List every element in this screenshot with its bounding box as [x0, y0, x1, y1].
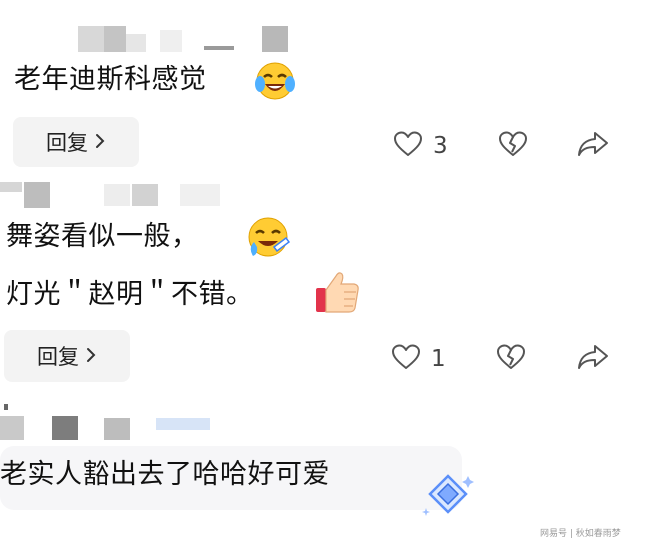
watermark: 网易号 | 秋如春雨梦	[540, 529, 621, 539]
reply-label: 回复	[37, 345, 79, 369]
chevron-right-icon	[85, 344, 97, 368]
mosaic-block	[52, 416, 78, 440]
mosaic-block	[104, 418, 130, 440]
sweat-smile-emoji-icon	[244, 214, 292, 264]
mosaic-block	[160, 30, 182, 52]
share-icon	[577, 343, 609, 375]
share-button[interactable]	[577, 343, 609, 375]
like-button[interactable]: 1	[391, 343, 446, 375]
mosaic-block	[180, 184, 220, 206]
reply-label: 回复	[46, 131, 88, 155]
reply-button[interactable]: 回复	[13, 117, 139, 167]
comment-text-line-1: 舞姿看似一般，	[6, 221, 199, 252]
mosaic-block	[4, 404, 8, 410]
broken-heart-icon	[498, 130, 528, 162]
broken-heart-icon	[496, 343, 526, 375]
dislike-button[interactable]	[496, 343, 526, 375]
mosaic-block	[132, 184, 158, 206]
heart-icon	[391, 343, 421, 375]
reply-button[interactable]: 回复	[4, 330, 130, 382]
like-count: 3	[433, 133, 448, 159]
comment-text-line-2: 灯光＂赵明＂不错。	[6, 279, 254, 310]
mosaic-block	[126, 34, 146, 52]
mosaic-block	[104, 184, 130, 206]
mosaic-block	[104, 26, 126, 52]
dislike-button[interactable]	[498, 130, 528, 162]
chevron-right-icon	[94, 130, 106, 154]
mosaic-block	[0, 416, 24, 440]
laughing-crying-emoji-icon	[254, 60, 296, 106]
mosaic-block	[262, 26, 288, 52]
mosaic-block	[0, 182, 22, 192]
share-icon	[577, 130, 609, 162]
mosaic-block	[156, 418, 210, 430]
heart-icon	[393, 130, 423, 162]
like-count: 1	[431, 346, 446, 372]
mosaic-block	[78, 26, 104, 52]
mosaic-block	[24, 182, 50, 208]
mosaic-block	[204, 46, 234, 50]
diamond-badge-icon	[420, 470, 476, 524]
share-button[interactable]	[577, 130, 609, 162]
comment-text: 老年迪斯科感觉	[14, 64, 207, 95]
like-button[interactable]: 3	[393, 130, 448, 162]
thumbs-up-emoji-icon	[314, 268, 362, 320]
comment-text: 老实人豁出去了哈哈好可爱	[0, 459, 330, 490]
